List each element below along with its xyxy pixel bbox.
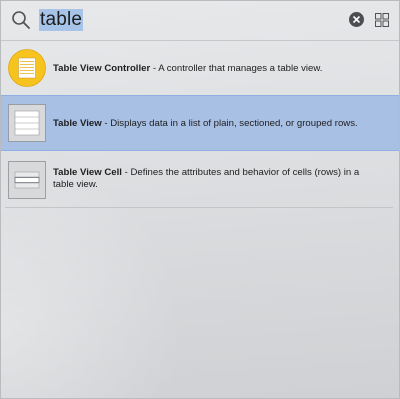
list-item-table-view-cell[interactable]: Table View Cell - Defines the attributes… — [1, 157, 399, 203]
list-item-description: - Displays data in a list of plain, sect… — [101, 118, 358, 129]
table-view-cell-icon — [8, 161, 46, 199]
list-item-table-view-controller[interactable]: Table View Controller - A controller tha… — [1, 48, 399, 92]
clear-icon[interactable] — [349, 12, 364, 27]
table-view-controller-icon — [8, 49, 46, 87]
search-field[interactable]: table — [39, 8, 84, 32]
search-icon — [12, 11, 30, 29]
search-bar: table — [1, 1, 399, 41]
list-item-text: Table View Controller - A controller tha… — [53, 63, 375, 75]
list-item-description: - A controller that manages a table view… — [150, 63, 323, 74]
list-item-text: Table View - Displays data in a list of … — [53, 118, 375, 130]
list-item-title: Table View — [53, 118, 102, 129]
grid-icon[interactable] — [375, 13, 389, 27]
library-popover: table Table View Controller - A controll… — [0, 0, 400, 399]
list-item-text: Table View Cell - Defines the attributes… — [53, 167, 375, 191]
table-view-icon — [8, 104, 46, 142]
list-item-table-view[interactable]: Table View - Displays data in a list of … — [1, 95, 399, 151]
list-item-title: Table View Controller — [53, 63, 151, 74]
search-input[interactable]: table — [39, 9, 84, 31]
list-item-title: Table View Cell — [53, 167, 122, 178]
divider — [5, 207, 393, 208]
